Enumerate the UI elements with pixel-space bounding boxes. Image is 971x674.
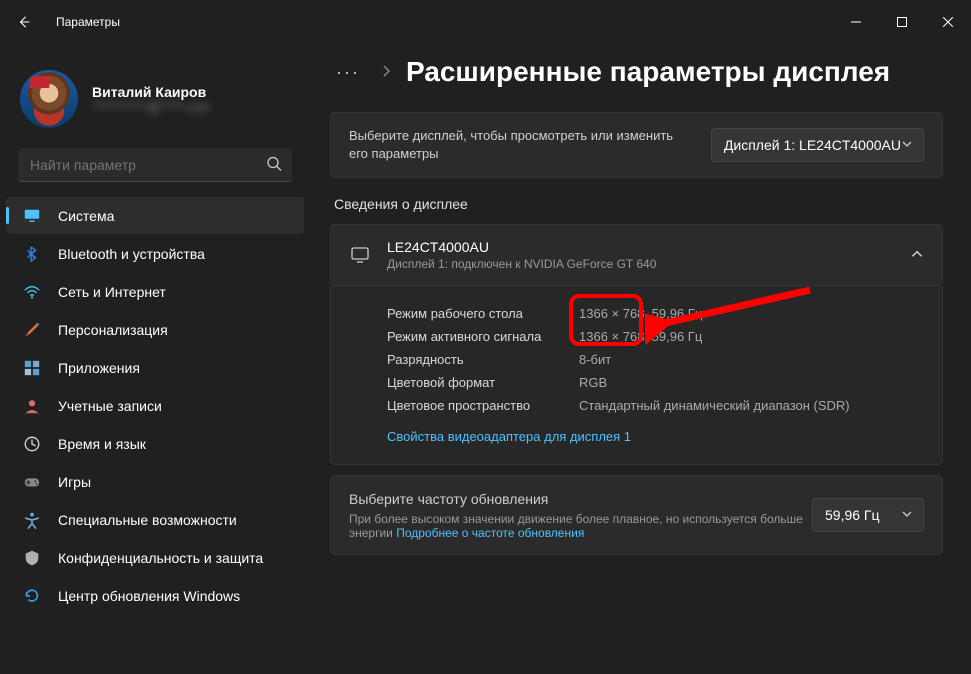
display-info-expander[interactable]: LE24CT4000AU Дисплей 1: подключен к NVID… — [331, 225, 942, 285]
refresh-rate-value: 59,96 Гц — [825, 507, 880, 523]
display-info-title: LE24CT4000AU — [387, 239, 656, 255]
detail-label: Разрядность — [387, 352, 579, 367]
detail-value: RGB — [579, 375, 607, 390]
sidebar-item-game[interactable]: Игры — [6, 463, 304, 500]
refresh-rate-dropdown[interactable]: 59,96 Гц — [812, 498, 924, 532]
display-info-section-label: Сведения о дисплее — [334, 196, 943, 212]
display-info-sub: Дисплей 1: подключен к NVIDIA GeForce GT… — [387, 257, 656, 271]
sidebar-item-label: Время и язык — [58, 436, 146, 452]
chevron-down-icon — [901, 137, 913, 153]
close-button[interactable] — [925, 0, 971, 44]
shield-icon — [22, 548, 42, 568]
search-input[interactable] — [18, 148, 292, 182]
sidebar-item-apps[interactable]: Приложения — [6, 349, 304, 386]
sidebar-item-bluetooth[interactable]: Bluetooth и устройства — [6, 235, 304, 272]
sidebar-item-label: Приложения — [58, 360, 140, 376]
chevron-right-icon — [380, 64, 392, 80]
detail-row: Режим активного сигнала1366 × 768, 59,96… — [387, 325, 924, 348]
sidebar-item-label: Учетные записи — [58, 398, 162, 414]
brush-icon — [22, 320, 42, 340]
detail-row: Режим рабочего стола1366 × 768, 59,96 Гц — [387, 302, 924, 325]
access-icon — [22, 510, 42, 530]
detail-row: Цветовое пространствоСтандартный динамич… — [387, 394, 924, 417]
chevron-up-icon — [910, 247, 924, 264]
apps-icon — [22, 358, 42, 378]
sidebar-item-shield[interactable]: Конфиденциальность и защита — [6, 539, 304, 576]
detail-row: Цветовой форматRGB — [387, 371, 924, 394]
sidebar-item-label: Конфиденциальность и защита — [58, 550, 263, 566]
detail-label: Режим рабочего стола — [387, 306, 579, 321]
sidebar-item-label: Сеть и Интернет — [58, 284, 166, 300]
maximize-button[interactable] — [879, 0, 925, 44]
sidebar-item-clock[interactable]: Время и язык — [6, 425, 304, 462]
back-button[interactable] — [8, 6, 40, 38]
sidebar-item-label: Система — [58, 208, 114, 224]
detail-value: 1366 × 768, 59,96 Гц — [579, 306, 702, 321]
sidebar-item-label: Bluetooth и устройства — [58, 246, 205, 262]
refresh-more-link[interactable]: Подробнее о частоте обновления — [396, 526, 584, 540]
game-icon — [22, 472, 42, 492]
minimize-button[interactable] — [833, 0, 879, 44]
sidebar-item-label: Центр обновления Windows — [58, 588, 240, 604]
profile-name: Виталий Каиров — [92, 84, 210, 100]
update-icon — [22, 586, 42, 606]
chevron-down-icon — [901, 507, 913, 523]
display-icon — [22, 206, 42, 226]
wifi-icon — [22, 282, 42, 302]
sidebar-item-wifi[interactable]: Сеть и Интернет — [6, 273, 304, 310]
page-title: Расширенные параметры дисплея — [406, 56, 890, 88]
detail-label: Цветовое пространство — [387, 398, 579, 413]
detail-value: 8-бит — [579, 352, 611, 367]
refresh-desc: При более высоком значении движение боле… — [349, 512, 812, 540]
sidebar-item-access[interactable]: Специальные возможности — [6, 501, 304, 538]
detail-value: Стандартный динамический диапазон (SDR) — [579, 398, 850, 413]
profile-block[interactable]: Виталий Каиров ************@*****.com — [0, 54, 310, 148]
bluetooth-icon — [22, 244, 42, 264]
avatar — [20, 70, 78, 128]
display-selector-dropdown[interactable]: Дисплей 1: LE24CT4000AU — [711, 128, 924, 162]
detail-label: Режим активного сигнала — [387, 329, 579, 344]
sidebar-item-label: Игры — [58, 474, 91, 490]
sidebar-item-update[interactable]: Центр обновления Windows — [6, 577, 304, 614]
adapter-properties-link[interactable]: Свойства видеоадаптера для дисплея 1 — [387, 429, 631, 444]
sidebar-item-display[interactable]: Система — [6, 197, 304, 234]
sidebar-item-label: Специальные возможности — [58, 512, 237, 528]
user-icon — [22, 396, 42, 416]
display-selector-value: Дисплей 1: LE24CT4000AU — [724, 137, 901, 153]
monitor-icon — [349, 244, 371, 266]
clock-icon — [22, 434, 42, 454]
profile-email: ************@*****.com — [92, 100, 210, 114]
sidebar-item-brush[interactable]: Персонализация — [6, 311, 304, 348]
detail-value: 1366 × 768, 59,96 Гц — [579, 329, 702, 344]
select-display-desc: Выберите дисплей, чтобы просмотреть или … — [349, 127, 689, 163]
sidebar-item-user[interactable]: Учетные записи — [6, 387, 304, 424]
detail-label: Цветовой формат — [387, 375, 579, 390]
search-icon — [266, 156, 282, 175]
sidebar-item-label: Персонализация — [58, 322, 168, 338]
breadcrumb-more[interactable]: ··· — [330, 58, 366, 87]
window-title: Параметры — [56, 15, 833, 29]
detail-row: Разрядность8-бит — [387, 348, 924, 371]
refresh-title: Выберите частоту обновления — [349, 490, 812, 510]
